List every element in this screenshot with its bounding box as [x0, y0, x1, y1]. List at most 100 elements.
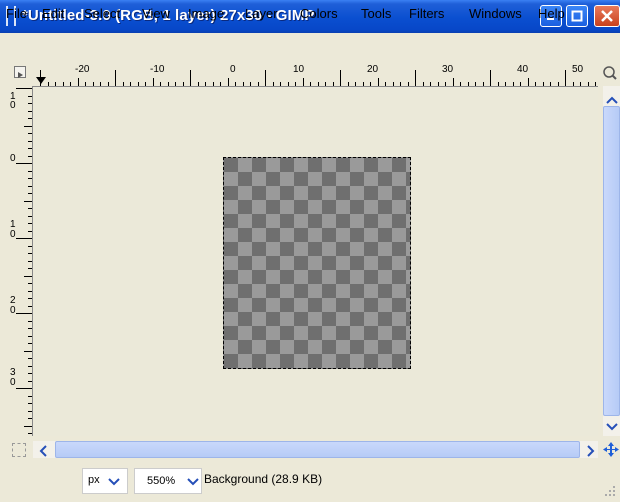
maximize-icon — [571, 10, 583, 22]
ruler-tick — [355, 82, 356, 86]
ruler-tick — [24, 350, 32, 352]
image-canvas[interactable] — [33, 87, 598, 436]
ruler-tick — [28, 208, 32, 209]
ruler-tick — [587, 82, 589, 86]
ruler-tick — [287, 82, 289, 86]
ruler-tick — [550, 82, 551, 86]
ruler-tick — [520, 82, 521, 86]
horizontal-scroll-thumb[interactable] — [55, 441, 580, 458]
menu-select[interactable]: Select — [84, 6, 120, 21]
ruler-tick — [28, 133, 32, 134]
ruler-tick — [28, 215, 32, 217]
ruler-tick — [28, 320, 32, 322]
ruler-tick — [28, 380, 32, 382]
ruler-tick — [332, 82, 334, 86]
ruler-tick — [340, 70, 341, 86]
ruler-tick — [28, 140, 32, 142]
ruler-tick — [347, 82, 349, 86]
ruler-tick — [535, 82, 536, 86]
ruler-tick — [160, 82, 161, 86]
ruler-tick — [257, 82, 259, 86]
ruler-tick — [77, 78, 79, 86]
menu-help[interactable]: Help — [538, 6, 565, 21]
resize-grip-icon — [605, 486, 615, 496]
zoom-select[interactable]: 550% — [134, 468, 202, 494]
ruler-tick — [482, 82, 484, 86]
ruler-tick — [595, 82, 596, 86]
image-menu-button[interactable] — [14, 66, 26, 78]
ruler-tick — [542, 82, 544, 86]
ruler-tick — [24, 275, 32, 277]
ruler-tick — [28, 103, 32, 104]
ruler-tick — [295, 82, 296, 86]
scroll-up-button[interactable] — [606, 92, 618, 110]
ruler-tick — [370, 82, 371, 86]
ruler-tick — [317, 82, 319, 86]
ruler-tick — [497, 82, 499, 86]
menu-filters[interactable]: Filters — [409, 6, 444, 21]
ruler-tick — [580, 82, 581, 86]
menu-tools[interactable]: Tools — [361, 6, 391, 21]
vertical-ruler[interactable]: 1 0 0 1 0 2 0 3 0 — [8, 86, 33, 436]
quick-mask-toggle[interactable] — [12, 443, 26, 457]
ruler-tick — [460, 82, 461, 86]
ruler-tick — [16, 163, 32, 164]
ruler-tick — [527, 78, 529, 86]
ruler-tick — [280, 82, 281, 86]
ruler-tick — [437, 82, 439, 86]
ruler-tick — [28, 110, 32, 112]
ruler-tick — [28, 170, 32, 172]
hruler-label: 0 — [230, 64, 236, 75]
ruler-tick — [55, 82, 56, 86]
hruler-label: 10 — [293, 64, 305, 75]
ruler-pointer-icon — [36, 77, 46, 84]
resize-grip[interactable] — [604, 484, 616, 496]
ruler-tick — [28, 365, 32, 367]
ruler-tick — [62, 82, 64, 86]
ruler-tick — [28, 230, 32, 232]
maximize-button[interactable] — [566, 5, 588, 27]
ruler-tick — [182, 82, 184, 86]
ruler-tick — [28, 245, 32, 247]
magnifier-icon — [603, 66, 617, 80]
ruler-tick — [362, 82, 364, 86]
vruler-label: 2 — [10, 295, 16, 306]
transparent-layer-image[interactable] — [223, 157, 411, 369]
chevron-down-icon — [108, 478, 120, 486]
menu-edit[interactable]: Edit — [42, 6, 64, 21]
ruler-tick — [16, 388, 32, 389]
ruler-tick — [422, 82, 424, 86]
ruler-tick — [302, 78, 304, 86]
chevron-up-icon — [606, 96, 618, 104]
ruler-tick — [28, 298, 32, 299]
ruler-tick — [28, 343, 32, 344]
ruler-tick — [40, 70, 41, 86]
ruler-tick — [430, 82, 431, 86]
ruler-tick — [235, 82, 236, 86]
ruler-tick — [505, 82, 506, 86]
ruler-tick — [28, 178, 32, 179]
ruler-tick — [28, 395, 32, 397]
vertical-scroll-thumb[interactable] — [603, 106, 620, 416]
ruler-tick — [28, 155, 32, 157]
close-button[interactable] — [594, 5, 620, 27]
menu-image[interactable]: Image — [188, 6, 224, 21]
chevron-down-icon — [187, 478, 199, 486]
unit-select[interactable]: px — [82, 468, 128, 494]
menu-view[interactable]: View — [142, 6, 170, 21]
menu-windows[interactable]: Windows — [469, 6, 522, 21]
menu-colors[interactable]: Colors — [300, 6, 338, 21]
menu-layer[interactable]: Layer — [245, 6, 278, 21]
menu-file[interactable]: File — [6, 6, 27, 21]
hruler-label: 30 — [442, 64, 454, 75]
horizontal-ruler[interactable]: -20 -10 0 10 20 30 40 50 — [30, 62, 598, 87]
ruler-tick — [130, 82, 131, 86]
scroll-down-button[interactable] — [606, 419, 618, 437]
ruler-tick — [28, 335, 32, 337]
vruler-label: 1 — [10, 219, 16, 230]
ruler-tick — [24, 425, 32, 427]
vruler-label: 0 — [10, 153, 16, 164]
zoom-button[interactable] — [602, 64, 618, 82]
ruler-tick — [212, 82, 214, 86]
ruler-tick — [557, 82, 559, 86]
